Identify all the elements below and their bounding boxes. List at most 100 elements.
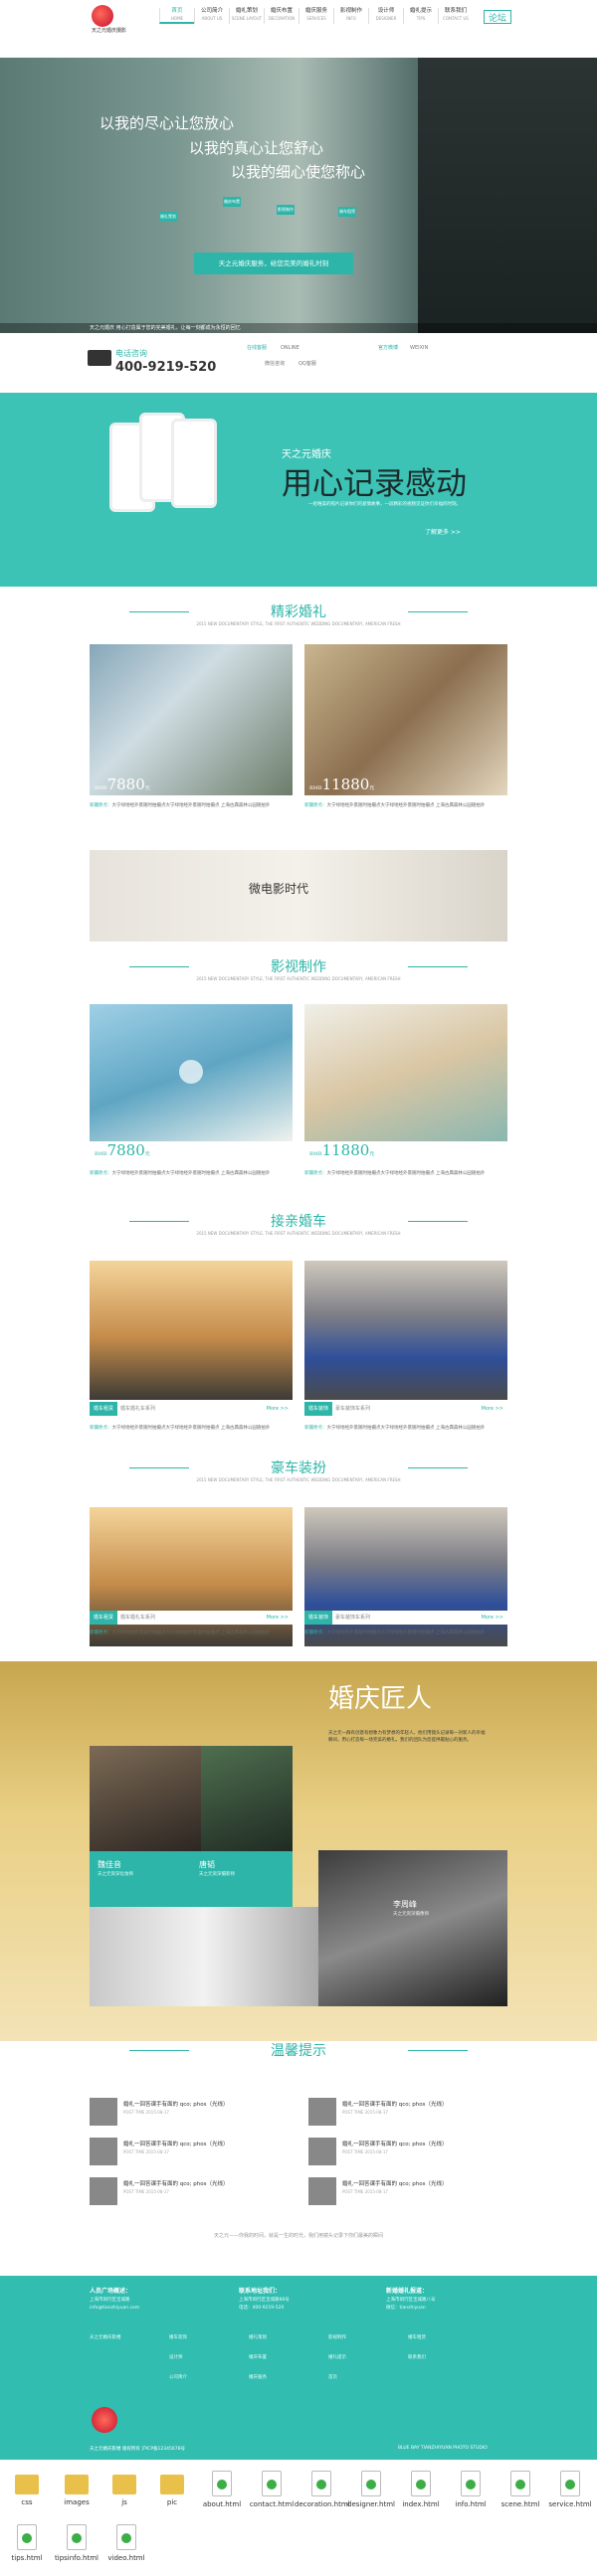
- footer-link[interactable]: 婚庆布置: [249, 2355, 267, 2361]
- list-item[interactable]: 婚礼一回答课手有面的 qco; phos（光线） POST TIME 2015-0…: [90, 2177, 289, 2205]
- file-item[interactable]: decoration.html: [295, 2471, 350, 2508]
- nav-item-home[interactable]: 首页 HOME: [159, 8, 194, 24]
- footer-credit: BLUE BAY TIANZHIYUAN PHOTO STUDIO: [398, 2446, 488, 2451]
- folder-item[interactable]: js: [98, 2471, 151, 2506]
- html-file-icon: [361, 2471, 381, 2496]
- intro-desc: 一组唯美的照片记录你们的爱情故事，一段精彩的视频见证你们幸福的时刻。: [308, 502, 461, 507]
- file-item[interactable]: designer.html: [344, 2471, 398, 2508]
- more-link[interactable]: More >>: [267, 1611, 289, 1625]
- weixin-link[interactable]: 微信咨询: [265, 360, 285, 367]
- nav-item-about[interactable]: 公司简介 ABOUT US: [194, 8, 229, 24]
- wedding-photo-2[interactable]: [304, 644, 507, 795]
- video-photo-2[interactable]: [304, 1004, 507, 1141]
- qq-link[interactable]: QQ客服: [298, 360, 316, 367]
- crew-photo-1[interactable]: [90, 1746, 201, 1851]
- folder-item[interactable]: pic: [145, 2471, 199, 2506]
- file-item[interactable]: info.html: [444, 2471, 498, 2508]
- file-item[interactable]: tipsinfo.html: [50, 2524, 103, 2562]
- car-photo-yellow[interactable]: [90, 1261, 293, 1400]
- footer-link[interactable]: 婚车装饰: [169, 2335, 187, 2341]
- hero-couple-photo: [418, 58, 597, 333]
- wedding-price-1: RMB7880元: [95, 775, 150, 793]
- folder-icon: [65, 2475, 89, 2494]
- crew-member-note: 天之元资深摄像师: [393, 1912, 429, 1917]
- file-item[interactable]: video.html: [100, 2524, 153, 2562]
- footer-link[interactable]: 天之元婚庆影楼: [90, 2335, 121, 2341]
- crew-photo-2[interactable]: [201, 1746, 293, 1851]
- nav-item-info[interactable]: 影视制作 INFO: [333, 8, 368, 24]
- list-item[interactable]: 婚礼一回答课手有面的 qco; phos（光线） POST TIME 2015-0…: [90, 2098, 289, 2126]
- nav-item-tips[interactable]: 婚礼提示 TIPS: [403, 8, 438, 24]
- folder-item[interactable]: css: [0, 2471, 54, 2506]
- crew-photo-4[interactable]: [318, 1850, 507, 2006]
- footer-link[interactable]: 婚礼策划: [249, 2335, 267, 2341]
- html-file-icon: [17, 2524, 37, 2550]
- nav-item-contact[interactable]: 联系我们 CONTACT US: [438, 8, 473, 24]
- file-item[interactable]: about.html: [195, 2471, 249, 2508]
- footer-link[interactable]: 婚礼提示: [328, 2355, 346, 2361]
- tip-thumbnail: [90, 2098, 117, 2126]
- video-price-1: RMB7880元: [95, 1141, 150, 1159]
- brand-logo[interactable]: 天之元婚庆摄影: [92, 5, 151, 34]
- more-link[interactable]: More >>: [482, 1402, 503, 1416]
- forum-button[interactable]: 论坛: [484, 10, 511, 24]
- file-item[interactable]: tips.html: [0, 2524, 54, 2562]
- html-file-icon: [461, 2471, 481, 2496]
- file-item[interactable]: contact.html: [245, 2471, 298, 2508]
- nav-item-designer[interactable]: 设计师 DESIGNER: [368, 8, 403, 24]
- html-file-icon: [311, 2471, 331, 2496]
- html-file-icon: [212, 2471, 232, 2496]
- footer-col-1-line[interactable]: info@tianzhiyuan.com: [90, 2306, 139, 2312]
- hero-dot-car[interactable]: 婚车租赁: [338, 207, 356, 217]
- footer-link[interactable]: 联系我们: [408, 2355, 426, 2361]
- nav-item-services[interactable]: 婚庆服务 SERVICES: [298, 8, 333, 24]
- hero-dot-scene[interactable]: 婚礼策划: [159, 212, 177, 222]
- video-caption-2: 新疆原点：大宁绿地经外景随时拍摄点大宁绿地经外景随时拍摄点 上海古典森林公园随拍…: [304, 1171, 486, 1176]
- wedding-photo-1[interactable]: [90, 644, 293, 795]
- deco-tagline-2: 婚车装饰 豪车装饰车系列 More >>: [304, 1611, 507, 1625]
- file-item[interactable]: index.html: [394, 2471, 448, 2508]
- hero-banner: 以我的尽心让您放心 以我的真心让您舒心 以我的细心使您称心 婚礼策划 婚庆布置 …: [0, 58, 597, 333]
- file-item[interactable]: scene.html: [494, 2471, 547, 2508]
- car-photo-blue[interactable]: [304, 1261, 507, 1400]
- online-label[interactable]: 在线客服: [247, 344, 267, 351]
- footer-link[interactable]: 影视制作: [328, 2335, 346, 2341]
- contact-bar: 电话咨询 400-9219-520 在线客服 ONLINE 微信咨询 QQ客服 …: [0, 338, 597, 388]
- deco-tagline-1: 婚车租赁 婚车婚礼车系列 More >>: [90, 1611, 293, 1625]
- footer-link[interactable]: 婚车租赁: [408, 2335, 426, 2341]
- nav-item-decoration[interactable]: 婚庆布置 DECORATION: [264, 8, 298, 24]
- file-item[interactable]: service.html: [543, 2471, 597, 2508]
- weibo-label[interactable]: 官方微博: [378, 344, 398, 351]
- footer-link[interactable]: 婚庆服务: [249, 2375, 267, 2381]
- list-item[interactable]: 婚礼一回答课手有面的 qco; phos（光线） POST TIME 2015-0…: [90, 2138, 289, 2165]
- hero-dot-video[interactable]: 影视制作: [277, 205, 295, 215]
- html-file-icon: [116, 2524, 136, 2550]
- footer-link[interactable]: 首页: [328, 2375, 337, 2381]
- crew-desc: 天之元一群有创意有想象力有梦想的年轻人，他们用镜头记录每一对新人的幸福瞬间，用心…: [328, 1731, 486, 1743]
- hero-dot-decoration[interactable]: 婚庆布置: [223, 197, 241, 207]
- wedding-caption-1: 新疆原点：大宁绿地经外景随时拍摄点大宁绿地经外景随时拍摄点 上海古典森林公园随拍…: [90, 803, 271, 808]
- deco-photo-yellow[interactable]: [90, 1507, 293, 1646]
- more-link[interactable]: More >>: [482, 1611, 503, 1625]
- video-photo-1[interactable]: [90, 1004, 293, 1141]
- folder-item[interactable]: images: [50, 2471, 103, 2506]
- wedding-caption-2: 新疆原点：大宁绿地经外景随时拍摄点大宁绿地经外景随时拍摄点 上海古典森林公园随拍…: [304, 803, 486, 808]
- nav-item-scene[interactable]: 婚礼策划 SCENE LAYOUT: [229, 8, 264, 24]
- more-link[interactable]: More >>: [267, 1402, 289, 1416]
- footer-col-2-line: 电话：400-9219-520: [239, 2306, 285, 2311]
- phone-number[interactable]: 400-9219-520: [115, 360, 216, 375]
- car-caption-1: 新疆原点：大宁绿地经外景随时拍摄点大宁绿地经外景随时拍摄点 上海古典森林公园随拍…: [90, 1426, 271, 1431]
- wedding-price-2: RMB11880元: [309, 775, 375, 793]
- footer-link[interactable]: 设计师: [169, 2355, 183, 2361]
- footer-link[interactable]: 公司简介: [169, 2375, 187, 2381]
- deco-photo-blue[interactable]: [304, 1507, 507, 1646]
- car-tagline-2: 婚车装饰 豪车装饰车系列 More >>: [304, 1402, 507, 1416]
- tips-quote: 天之元——你我的时间，就是一生的时光，我们用镜头记录下你们最美的瞬间: [213, 2233, 383, 2239]
- intro-more-link[interactable]: 了解更多 >>: [425, 527, 461, 536]
- play-icon[interactable]: [179, 1060, 203, 1084]
- folder-icon: [160, 2475, 184, 2494]
- crew-photo-3[interactable]: [90, 1907, 318, 2006]
- list-item[interactable]: 婚礼一回答课手有面的 qco; phos（光线） POST TIME 2015-0…: [308, 2098, 507, 2126]
- list-item[interactable]: 婚礼一回答课手有面的 qco; phos（光线） POST TIME 2015-0…: [308, 2177, 507, 2205]
- list-item[interactable]: 婚礼一回答课手有面的 qco; phos（光线） POST TIME 2015-0…: [308, 2138, 507, 2165]
